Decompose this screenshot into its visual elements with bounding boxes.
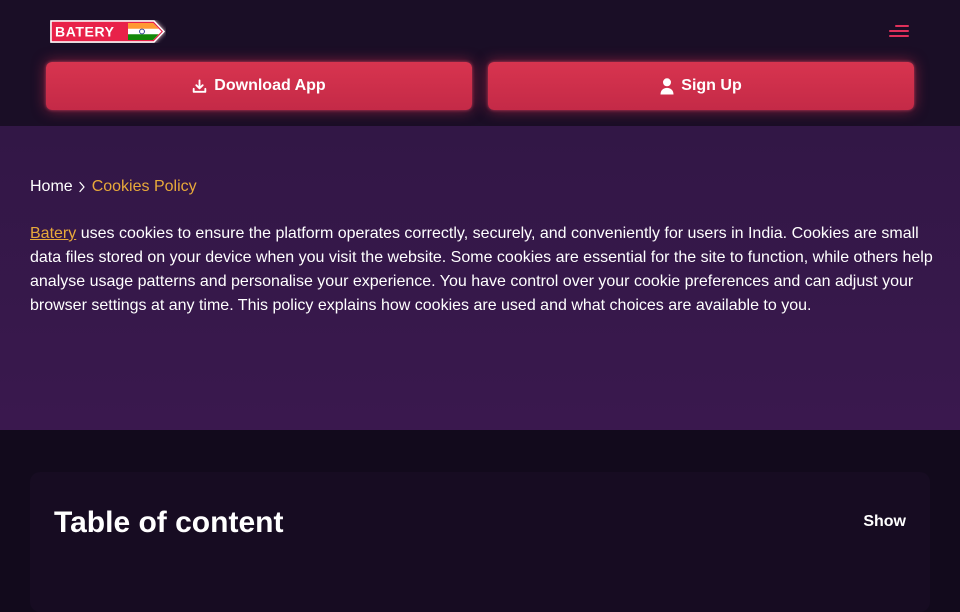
intro-paragraph: Batery uses cookies to ensure the platfo… (30, 222, 935, 318)
intro-section: Home Cookies Policy Batery uses cookies … (0, 126, 960, 430)
download-app-label: Download App (214, 77, 326, 94)
sign-up-button[interactable]: Sign Up (488, 62, 914, 110)
breadcrumb: Home Cookies Policy (30, 177, 197, 197)
logo-text: BATERY (55, 24, 115, 40)
breadcrumb-current: Cookies Policy (91, 178, 197, 195)
breadcrumb-home-link[interactable]: Home (30, 177, 73, 197)
toc-title: Table of content (54, 506, 284, 539)
table-of-content: Table of content Show (30, 472, 930, 612)
sign-up-label: Sign Up (681, 77, 742, 94)
download-app-button[interactable]: Download App (46, 62, 472, 110)
hamburger-menu-icon[interactable] (884, 20, 914, 42)
intro-text: uses cookies to ensure the platform oper… (30, 225, 933, 314)
toc-show-toggle[interactable]: Show (863, 513, 906, 531)
user-icon (660, 77, 674, 94)
batery-link[interactable]: Batery (30, 225, 76, 242)
batery-logo-icon: BATERY (50, 20, 166, 43)
batery-logo[interactable]: BATERY (50, 20, 166, 43)
site-header: BATERY Download App Sign Up (0, 0, 960, 126)
chevron-right-icon (78, 181, 86, 193)
download-icon (193, 78, 207, 93)
